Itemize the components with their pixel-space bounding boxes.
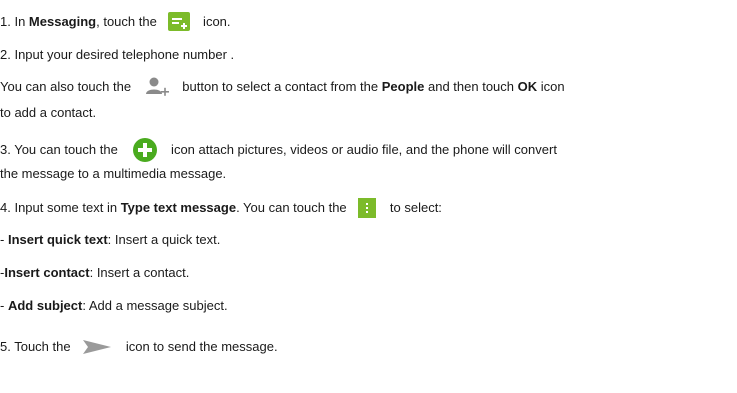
step-2-detail-2-text: to add a contact. bbox=[0, 105, 97, 120]
step-1-mid: , touch the bbox=[96, 13, 161, 29]
option-2-label: Insert contact bbox=[4, 265, 90, 280]
step-5-end: icon to send the message. bbox=[122, 339, 278, 354]
step-1-end: icon. bbox=[199, 13, 231, 29]
step-4-end: to select: bbox=[386, 200, 442, 215]
add-contact-icon bbox=[145, 77, 171, 97]
option-1-desc: : Insert a quick text. bbox=[107, 232, 221, 247]
step-2-ok: OK bbox=[517, 79, 538, 94]
step-3-pre: 3. You can touch the bbox=[0, 142, 122, 157]
step-2-text: 2. Input your desired telephone number . bbox=[0, 47, 235, 62]
step-2-detail-end: icon bbox=[537, 79, 565, 94]
step-1: 1. In Messaging , touch the icon. bbox=[0, 12, 231, 31]
option-3-pre: - bbox=[0, 298, 8, 313]
step-2-detail-mid2: and then touch bbox=[424, 79, 518, 94]
step-2-detail-2: to add a contact. bbox=[0, 105, 96, 121]
new-message-icon bbox=[168, 12, 191, 31]
step-1-prefix: 1. In bbox=[0, 13, 29, 29]
step-2: 2. Input your desired telephone number . bbox=[0, 47, 234, 63]
option-3-desc: : Add a message subject. bbox=[82, 298, 228, 313]
step-1-messaging: Messaging bbox=[28, 13, 97, 29]
step-2-detail: You can also touch the button to select … bbox=[0, 77, 565, 97]
step-4-mid: . You can touch the bbox=[236, 200, 351, 215]
option-add-subject: - Add subject : Add a message subject. bbox=[0, 298, 228, 314]
option-1-pre: - bbox=[0, 232, 8, 247]
step-4-pre: 4. Input some text in bbox=[0, 200, 121, 215]
step-2-detail-mid: button to select a contact from the bbox=[178, 79, 382, 94]
step-4: 4. Input some text in Type text message … bbox=[0, 198, 442, 218]
step-3-detail-text: the message to a multimedia message. bbox=[0, 166, 227, 181]
step-3: 3. You can touch the icon attach picture… bbox=[0, 138, 557, 162]
step-3-end: icon attach pictures, videos or audio fi… bbox=[167, 142, 557, 157]
attach-plus-icon bbox=[133, 138, 158, 162]
step-5-pre: 5. Touch the bbox=[0, 339, 75, 354]
option-insert-contact: - Insert contact : Insert a contact. bbox=[0, 265, 189, 281]
option-insert-quick-text: - Insert quick text : Insert a quick tex… bbox=[0, 232, 220, 248]
step-5: 5. Touch the icon to send the message. bbox=[0, 339, 278, 355]
step-2-people: People bbox=[381, 79, 425, 94]
step-2-detail-pre: You can also touch the bbox=[0, 79, 135, 94]
step-3-detail: the message to a multimedia message. bbox=[0, 166, 226, 182]
send-icon bbox=[82, 339, 112, 355]
option-1-label: Insert quick text bbox=[7, 232, 108, 247]
step-4-type-text-message: Type text message bbox=[120, 200, 237, 215]
option-3-label: Add subject bbox=[7, 298, 83, 313]
option-2-desc: : Insert a contact. bbox=[89, 265, 190, 280]
menu-icon bbox=[358, 198, 377, 218]
